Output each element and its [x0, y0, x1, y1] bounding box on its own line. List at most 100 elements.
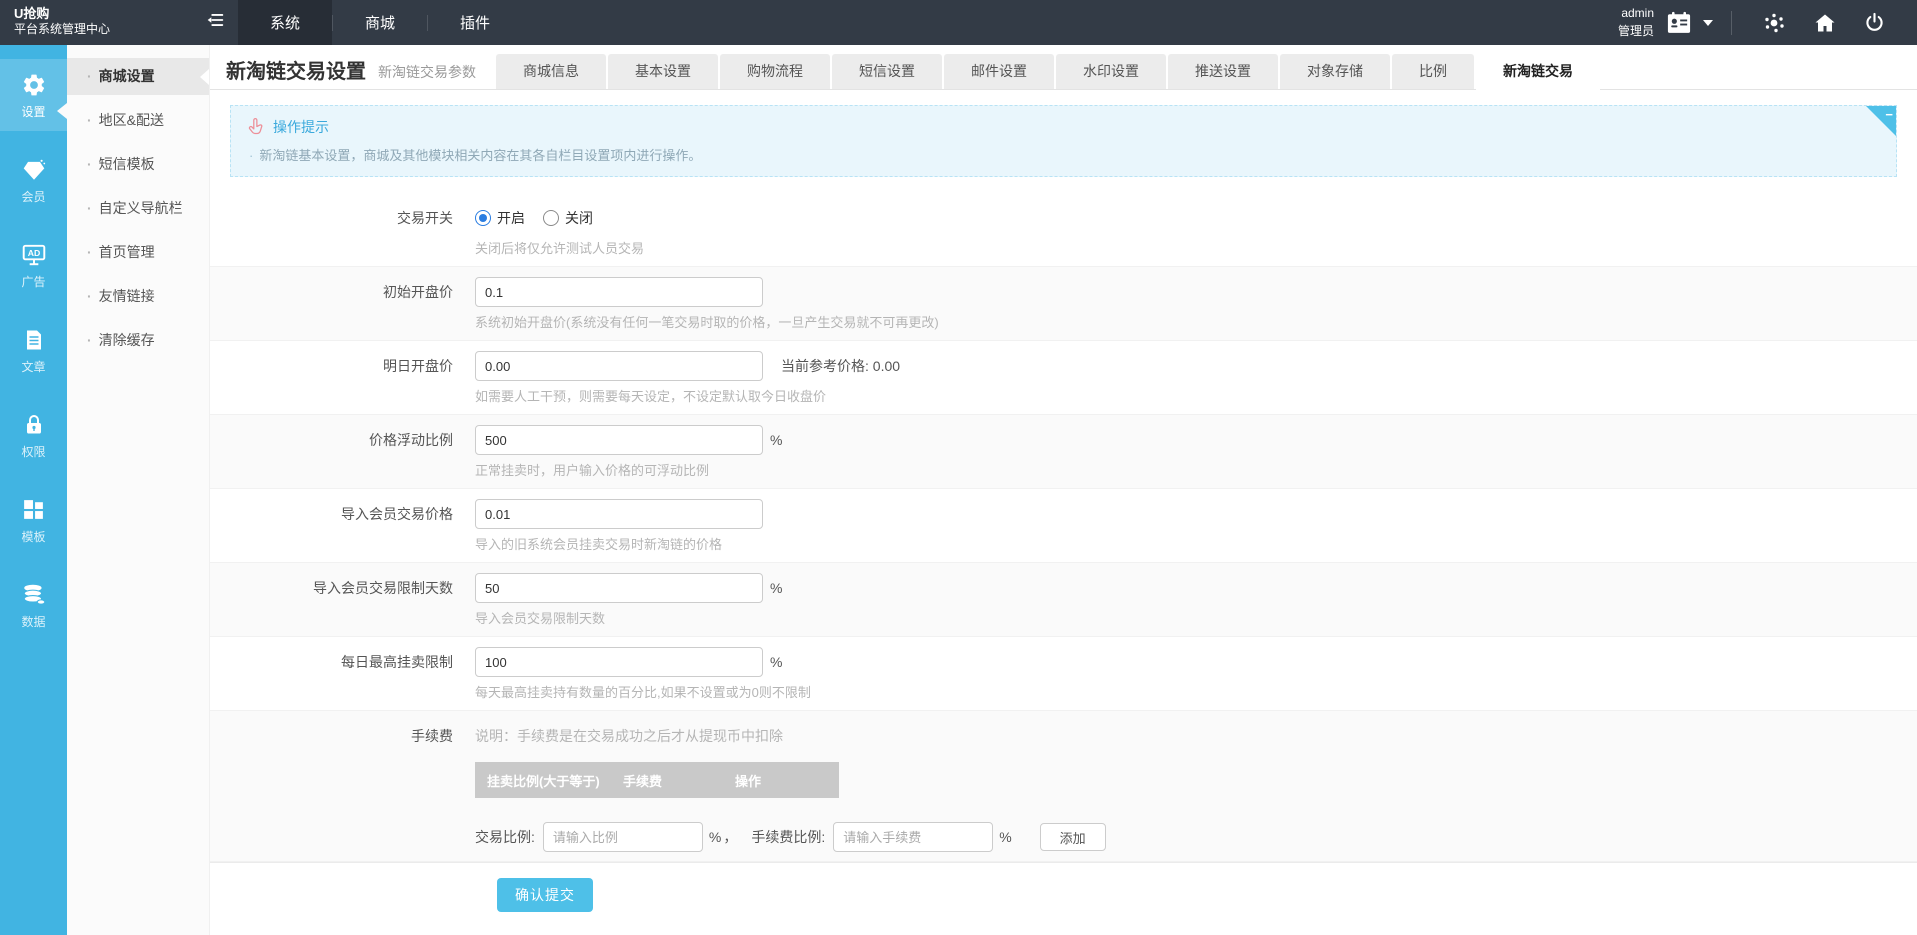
submenu-item-custom-nav[interactable]: · 自定义导航栏 [67, 190, 209, 227]
sidebar-item-label: 会员 [21, 189, 46, 204]
topbar: U抢购 平台系统管理中心 系统 商城 插件 admin 管理员 [0, 0, 1917, 45]
user-role: 管理员 [1617, 23, 1654, 38]
submenu-item-label: 地区&配送 [98, 112, 165, 128]
template-grid-icon [21, 496, 46, 524]
id-card-icon[interactable] [1664, 9, 1694, 37]
home-icon[interactable] [1813, 11, 1837, 35]
sidebar-item-label: 设置 [21, 104, 46, 119]
power-icon[interactable] [1863, 11, 1886, 34]
submenu-bullet: · [87, 244, 92, 260]
sidebar-item-label: 文章 [21, 359, 46, 374]
field-hint: 正常挂卖时，用户输入价格的可浮动比例 [475, 463, 710, 478]
radio-trade-off[interactable] [543, 210, 559, 226]
sidebar-item-ads[interactable]: AD 广告 [0, 229, 67, 301]
field-hint: 关闭后将仅允许测试人员交易 [475, 241, 645, 256]
sidebar-item-permissions[interactable]: 权限 [0, 399, 67, 471]
page-title: 新淘链交易设置 [226, 61, 366, 83]
sidebar-item-data[interactable]: 数据 [0, 569, 67, 641]
pointing-hand-icon [247, 116, 264, 137]
fee-column-fee: 手续费 [623, 773, 663, 789]
module-sidebar: 设置 会员 AD 广告 文章 权限 模板 数据 [0, 45, 67, 935]
field-label: 手续费 [411, 728, 453, 744]
submenu-item-label: 友情链接 [98, 288, 155, 304]
tab-push-settings[interactable]: 推送设置 [1168, 54, 1278, 89]
sidebar-collapse-button[interactable] [192, 0, 238, 45]
form-submit-row: 确认提交 [210, 862, 1917, 912]
svg-text:AD: AD [27, 248, 40, 258]
submenu-sidebar: · 商城设置 · 地区&配送 · 短信模板 · 自定义导航栏 · 首页管理 · 友情链接 ·… [57, 45, 210, 935]
sidebar-item-settings[interactable]: 设置 [0, 59, 67, 131]
fee-add-row: 交易比例: % ， 手续费比例: % 添加 [475, 822, 1106, 852]
radio-trade-off-label: 关闭 [565, 210, 593, 226]
chevron-down-icon[interactable] [1703, 19, 1713, 26]
radio-trade-on[interactable] [475, 210, 491, 226]
sidebar-item-label: 数据 [21, 614, 46, 629]
submenu-item-friend-links[interactable]: · 友情链接 [67, 278, 209, 315]
sidebar-item-templates[interactable]: 模板 [0, 484, 67, 556]
fee-ratio-input[interactable] [542, 822, 703, 852]
fee-table-header: 挂卖比例(大于等于) 手续费 操作 [475, 762, 839, 798]
submenu-item-mall-settings[interactable]: · 商城设置 [67, 58, 209, 95]
notice-title: 操作提示 [273, 118, 329, 135]
percent-suffix: % [999, 829, 1012, 845]
tab-basic-settings[interactable]: 基本设置 [608, 54, 718, 89]
app-logo[interactable]: U抢购 平台系统管理中心 [0, 0, 192, 45]
modules-icon[interactable] [1763, 11, 1787, 35]
database-icon [21, 581, 47, 609]
article-icon [22, 326, 46, 354]
topnav-item-plugin[interactable]: 插件 [428, 0, 522, 45]
percent-suffix: % [770, 654, 783, 670]
tab-shopping-flow[interactable]: 购物流程 [720, 54, 830, 89]
submenu-item-label: 自定义导航栏 [98, 200, 183, 216]
app-logo-line1: U抢购 [14, 6, 50, 21]
tab-object-storage[interactable]: 对象存储 [1280, 54, 1390, 89]
daily-max-ratio-input[interactable] [475, 647, 763, 677]
submenu-item-homepage[interactable]: · 首页管理 [67, 234, 209, 271]
main-content: 新淘链交易设置 新淘链交易参数 商城信息 基本设置 购物流程 短信设置 邮件设置… [210, 45, 1917, 935]
submenu-item-sms-template[interactable]: · 短信模板 [67, 146, 209, 183]
tab-ratio[interactable]: 比例 [1392, 54, 1474, 89]
sidebar-item-articles[interactable]: 文章 [0, 314, 67, 386]
outdent-icon [204, 9, 226, 36]
tab-xintaolian-trade[interactable]: 新淘链交易 [1476, 54, 1600, 90]
confirm-submit-button[interactable]: 确认提交 [497, 878, 593, 912]
app-logo-line2: 平台系统管理中心 [14, 22, 111, 37]
topnav-item-mall[interactable]: 商城 [333, 0, 427, 45]
field-label: 导入会员交易限制天数 [313, 580, 453, 596]
tab-sms-settings[interactable]: 短信设置 [832, 54, 942, 89]
field-hint: 导入的旧系统会员挂卖交易时新淘链的价格 [475, 537, 723, 552]
user-info[interactable]: admin 管理员 [1618, 5, 1654, 40]
submenu-bullet: · [87, 332, 92, 348]
field-label: 价格浮动比例 [369, 432, 453, 448]
submenu-item-region-shipping[interactable]: · 地区&配送 [67, 102, 209, 139]
fee-rate-label: 手续费比例: [751, 829, 826, 845]
topnav-item-system[interactable]: 系统 [238, 0, 333, 45]
submenu-item-clear-cache[interactable]: · 清除缓存 [67, 322, 209, 359]
import-price-input[interactable] [475, 499, 763, 529]
submenu-item-label: 短信模板 [98, 156, 155, 172]
fee-ratio-label: 交易比例: [475, 829, 535, 845]
active-module-arrow [57, 103, 67, 119]
form-row-trade-switch: 交易开关 开启 关闭 关闭后将仅允许测试人员交易 [210, 193, 1917, 266]
sidebar-item-members[interactable]: 会员 [0, 144, 67, 216]
add-fee-button[interactable]: 添加 [1039, 823, 1106, 851]
page-header: 新淘链交易设置 新淘链交易参数 商城信息 基本设置 购物流程 短信设置 邮件设置… [210, 45, 1917, 90]
percent-suffix: % [770, 432, 783, 448]
form-row-float-ratio: 价格浮动比例 % 正常挂卖时，用户输入价格的可浮动比例 [210, 414, 1917, 489]
page-subtitle: 新淘链交易参数 [378, 64, 476, 80]
ad-board-icon: AD [21, 241, 47, 269]
field-label: 导入会员交易价格 [341, 506, 453, 522]
tab-mall-info[interactable]: 商城信息 [496, 54, 606, 89]
tab-mail-settings[interactable]: 邮件设置 [944, 54, 1054, 89]
radio-trade-on-label: 开启 [497, 210, 525, 226]
lock-icon [22, 411, 46, 439]
import-limit-days-input[interactable] [475, 573, 763, 603]
field-label: 每日最高挂卖限制 [341, 654, 453, 670]
percent-suffix: % [708, 829, 722, 845]
tab-watermark-settings[interactable]: 水印设置 [1056, 54, 1166, 89]
float-ratio-input[interactable] [475, 425, 763, 455]
notice-collapse-button[interactable]: − [1866, 106, 1896, 136]
initial-price-input[interactable] [475, 277, 763, 307]
fee-rate-input[interactable] [833, 822, 994, 852]
tomorrow-price-input[interactable] [475, 351, 763, 381]
